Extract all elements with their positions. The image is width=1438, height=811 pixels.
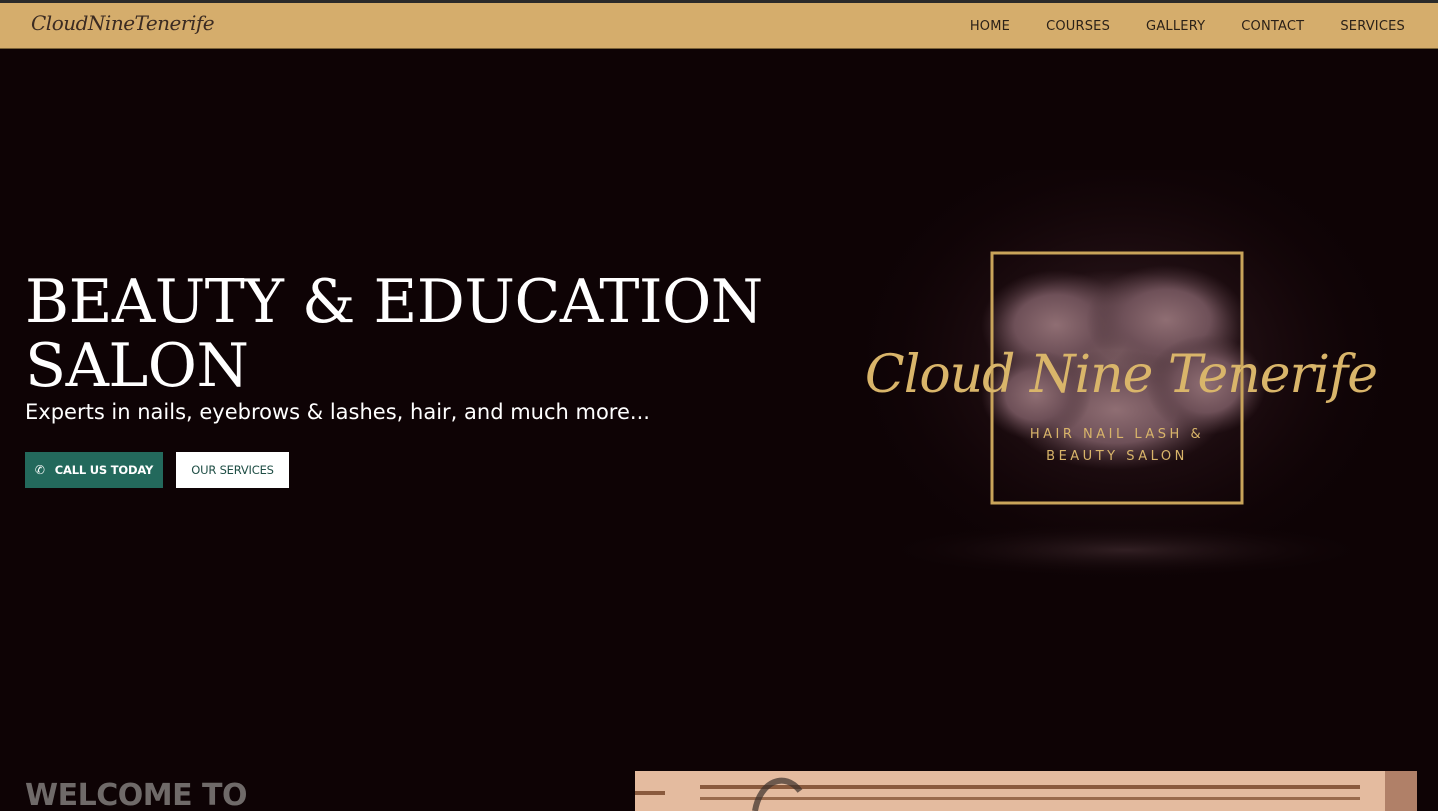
page: CloudNineTenerife HOME COURSES GALLERY C… (0, 0, 1438, 811)
nav-link-courses[interactable]: COURSES (1046, 19, 1110, 34)
welcome-heading: WELCOME TO (25, 778, 247, 811)
site-logo[interactable]: CloudNineTenerife (31, 11, 215, 35)
our-services-label: OUR SERVICES (191, 463, 274, 477)
photo-right-gap (1417, 771, 1438, 811)
nav-link-home[interactable]: HOME (970, 19, 1010, 34)
call-us-button[interactable]: ✆ CALL US TODAY (25, 452, 163, 488)
nav-menu: HOME COURSES GALLERY CONTACT SERVICES (970, 3, 1405, 49)
phone-icon: ✆ (34, 463, 45, 477)
salon-photo-art (635, 771, 1417, 811)
logo-line2: BEAUTY SALON (1046, 449, 1188, 464)
hero-title: BEAUTY & EDUCATION SALON (25, 267, 763, 401)
nav-link-contact[interactable]: CONTACT (1241, 19, 1304, 34)
logo-line1: HAIR NAIL LASH & (1030, 427, 1204, 442)
hero-subtitle: Experts in nails, eyebrows & lashes, hai… (25, 400, 650, 424)
call-us-label: CALL US TODAY (54, 463, 154, 477)
salon-logo-image: Cloud Nine Tenerife HAIR NAIL LASH & BEA… (866, 170, 1386, 590)
nav-link-services[interactable]: SERVICES (1340, 19, 1405, 34)
salon-photo (635, 771, 1417, 811)
navbar: CloudNineTenerife HOME COURSES GALLERY C… (0, 3, 1438, 49)
nav-link-gallery[interactable]: GALLERY (1146, 19, 1205, 34)
our-services-button[interactable]: OUR SERVICES (176, 452, 289, 488)
logo-script-text: Cloud Nine Tenerife (866, 345, 1377, 405)
